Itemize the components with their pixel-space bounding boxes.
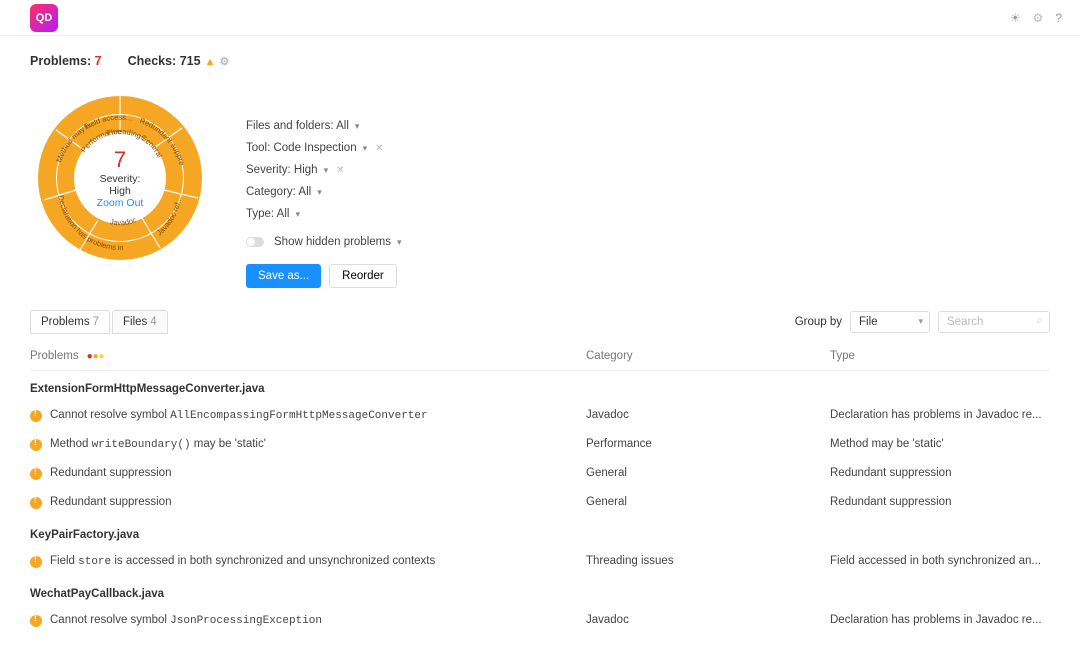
severity-icon xyxy=(30,615,42,627)
col-problems[interactable]: Problems ●●● xyxy=(30,350,586,362)
clear-icon[interactable]: ✕ xyxy=(336,165,344,176)
help-icon[interactable]: ? xyxy=(1055,11,1062,25)
groupby-label: Group by xyxy=(795,316,842,328)
file-group-header[interactable]: KeyPairFactory.java xyxy=(30,517,1050,547)
tab-problems[interactable]: Problems7 xyxy=(30,310,110,334)
filter-row[interactable]: Files and folders: All▾ xyxy=(246,120,402,132)
table-row[interactable]: Redundant suppressionGeneralRedundant su… xyxy=(30,459,1050,488)
toggle-icon[interactable] xyxy=(246,237,264,247)
top-bar: QD ☀ ⚙ ? xyxy=(0,0,1080,36)
problems-count: Problems: 7 xyxy=(30,54,102,68)
sunburst-chart[interactable]: Method may b... Field access... Redundan… xyxy=(30,88,210,268)
filter-row[interactable]: Type: All▾ xyxy=(246,208,402,220)
save-as-button[interactable]: Save as... xyxy=(246,264,321,288)
zoom-out-link[interactable]: Zoom Out xyxy=(97,197,144,209)
filter-row[interactable]: Tool: Code Inspection▾✕ xyxy=(246,142,402,154)
file-group-header[interactable]: WechatPayCallback.java xyxy=(30,576,1050,606)
reorder-button[interactable]: Reorder xyxy=(329,264,397,288)
severity-icon xyxy=(30,556,42,568)
table-row[interactable]: Method writeBoundary() may be 'static'Pe… xyxy=(30,430,1050,459)
severity-icon xyxy=(30,410,42,422)
table-row[interactable]: Field store is accessed in both synchron… xyxy=(30,547,1050,576)
severity-icon xyxy=(30,497,42,509)
groupby-select[interactable]: File xyxy=(850,311,930,333)
severity-dots-icon: ●●● xyxy=(87,351,105,362)
sun-icon[interactable]: ☀ xyxy=(1010,11,1021,25)
tab-files[interactable]: Files4 xyxy=(112,310,168,334)
col-category[interactable]: Category xyxy=(586,350,830,362)
problems-table: Problems ●●● Category Type ExtensionForm… xyxy=(0,340,1080,655)
file-group-header[interactable]: ExtensionFormHttpMessageConverter.java xyxy=(30,371,1050,401)
severity-icon xyxy=(30,468,42,480)
result-tabs: Problems7 Files4 xyxy=(30,310,168,334)
filter-row[interactable]: Severity: High▾✕ xyxy=(246,164,402,176)
filter-row[interactable]: Category: All▾ xyxy=(246,186,402,198)
gear-icon[interactable]: ⚙ xyxy=(219,56,229,68)
search-input[interactable]: Search xyxy=(938,311,1050,333)
filters-panel: Files and folders: All▾ Tool: Code Inspec… xyxy=(246,88,402,288)
chart-center: 7 Severity: High Zoom Out xyxy=(97,147,144,209)
table-row[interactable]: Cannot resolve symbol JsonProcessingExce… xyxy=(30,606,1050,635)
col-type[interactable]: Type xyxy=(830,350,1050,362)
severity-icon xyxy=(30,439,42,451)
summary-bar: Problems: 7 Checks: 715▲⚙ xyxy=(0,36,1080,80)
show-hidden-toggle[interactable]: Show hidden problems ▾ xyxy=(246,236,402,248)
table-row[interactable]: Cannot resolve symbol AllEncompassingFor… xyxy=(30,401,1050,430)
app-logo: QD xyxy=(30,4,58,32)
clear-icon[interactable]: ✕ xyxy=(375,143,383,154)
checks-count: Checks: 715▲⚙ xyxy=(128,54,230,68)
table-row[interactable]: Redundant suppressionGeneralRedundant su… xyxy=(30,488,1050,517)
warning-icon: ▲ xyxy=(205,56,216,68)
settings-icon[interactable]: ⚙ xyxy=(1033,11,1044,25)
